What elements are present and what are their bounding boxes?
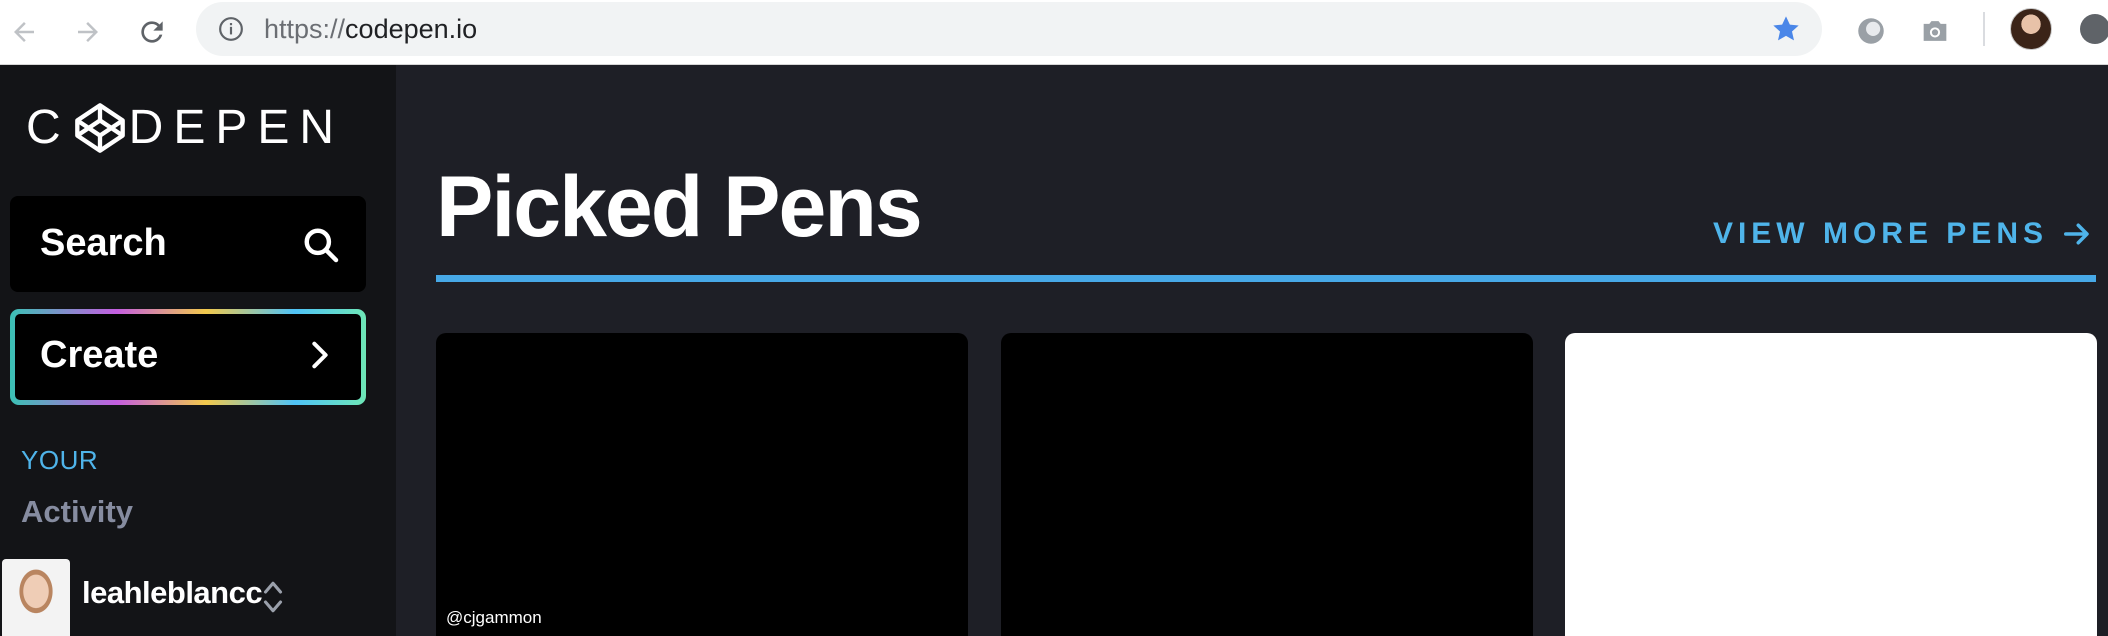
view-more-pens-link[interactable]: VIEW MORE PENS: [1713, 217, 2092, 251]
create-button-inner: Create: [15, 314, 361, 400]
chevron-right-icon: [312, 341, 328, 369]
view-more-label: VIEW MORE PENS: [1712, 217, 2048, 250]
toolbar-divider: [1983, 12, 1985, 46]
search-icon: [304, 228, 339, 263]
search-button-label: Search: [40, 222, 167, 264]
page-title: Picked Pens: [436, 159, 923, 255]
your-section-heading: YOUR: [21, 445, 99, 475]
sidebar: C DEPEN Search Create YOUR Activity leah…: [0, 65, 396, 636]
pen-card[interactable]: @cjgammon: [436, 333, 968, 636]
star-icon[interactable]: [1770, 13, 1802, 45]
pen-author[interactable]: @cjgammon: [446, 608, 542, 628]
forward-icon[interactable]: [70, 14, 106, 50]
browser-toolbar: https://codepen.io: [0, 0, 2108, 65]
url-text: https://codepen.io: [264, 14, 478, 44]
section-divider: [436, 275, 2096, 282]
reload-icon[interactable]: [134, 14, 170, 50]
camera-icon[interactable]: [1918, 14, 1952, 48]
info-icon[interactable]: [218, 16, 244, 42]
profile-icon[interactable]: [2010, 8, 2052, 50]
avatar[interactable]: [2, 559, 70, 636]
username[interactable]: leahleblancc: [82, 575, 263, 611]
extension-icon[interactable]: [1854, 14, 1888, 48]
search-button[interactable]: Search: [10, 196, 366, 292]
main-content: Picked Pens VIEW MORE PENS @cjgammon: [396, 65, 2108, 636]
pen-card[interactable]: [1565, 333, 2097, 636]
sidebar-item-activity[interactable]: Activity: [21, 494, 133, 530]
create-button-label: Create: [40, 334, 159, 376]
create-button[interactable]: Create: [10, 309, 366, 405]
pen-card[interactable]: [1001, 333, 1533, 636]
chevron-up-down-icon[interactable]: [260, 577, 286, 617]
codepen-logo[interactable]: C DEPEN: [26, 103, 344, 153]
arrow-right-icon: [2064, 223, 2089, 245]
back-icon[interactable]: [6, 14, 42, 50]
codepen-cube-icon: [74, 103, 125, 153]
address-bar[interactable]: https://codepen.io: [196, 2, 1822, 56]
update-icon[interactable]: [2080, 14, 2108, 44]
